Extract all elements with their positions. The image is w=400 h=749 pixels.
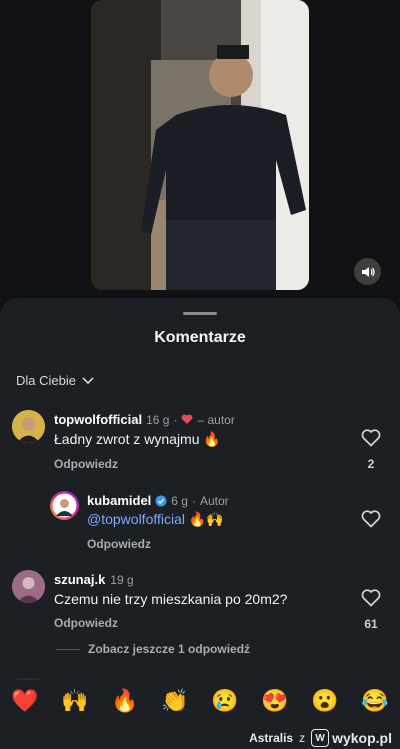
video-frame — [91, 0, 309, 290]
composer-divider — [17, 678, 39, 680]
sort-dropdown[interactable]: Dla Ciebie — [16, 373, 94, 388]
watermark-footer: Astralis z W wykop.pl — [0, 727, 400, 749]
emoji-heart-eyes-button[interactable]: 😍 — [259, 688, 291, 714]
watermark-site-label: wykop.pl — [332, 730, 392, 746]
reply-button[interactable]: Odpowiedz — [87, 537, 151, 551]
chevron-down-icon — [82, 376, 94, 384]
mute-button[interactable] — [354, 258, 381, 285]
like-heart-icon[interactable] — [360, 587, 382, 609]
like-heart-icon[interactable] — [360, 427, 382, 449]
avatar-image — [12, 570, 45, 603]
emoji-heart-button[interactable]: ❤️ — [9, 688, 41, 714]
mention-link[interactable]: @topwolfofficial — [87, 511, 185, 527]
watermark-separator: z — [299, 731, 306, 745]
wykop-logo-icon: W — [311, 729, 330, 747]
avatar[interactable] — [12, 570, 45, 603]
sort-label: Dla Ciebie — [16, 373, 76, 388]
watermark-site: W wykop.pl — [311, 729, 392, 747]
divider-line — [56, 648, 80, 650]
comment-time: 16 g — [146, 412, 170, 427]
comments-sheet: Komentarze Dla Ciebie topwolfofficial 16… — [0, 298, 400, 749]
comment-reply-item: kubamidel 6 g · Autor @topwolfofficial 🔥… — [0, 491, 400, 555]
emoji-fire-button[interactable]: 🔥 — [109, 688, 141, 714]
comment-item: topwolfofficial 16 g · – autor Ładny zwr… — [0, 410, 400, 490]
watermark-author: Astralis — [249, 731, 294, 745]
avatar-image — [12, 410, 45, 443]
avatar[interactable] — [12, 410, 45, 443]
emoji-clap-button[interactable]: 👏 — [159, 688, 191, 714]
author-badge: Autor — [199, 493, 229, 508]
emoji-crying-button[interactable]: 😢 — [209, 688, 241, 714]
comment-text: Czemu nie trzy mieszkania po 20m2? — [54, 591, 288, 607]
like-count: 2 — [367, 457, 375, 471]
comment-username[interactable]: topwolfofficial — [54, 412, 142, 427]
view-more-replies-label: Zobacz jeszcze 1 odpowiedź — [88, 642, 251, 656]
like-count: 61 — [364, 617, 378, 631]
emoji-laughing-button[interactable]: 😂 — [359, 688, 391, 714]
video-area — [0, 0, 400, 300]
comment-username[interactable]: szunaj.k — [54, 572, 105, 587]
comment-item: szunaj.k 19 g Czemu nie trzy mieszkania … — [0, 570, 400, 636]
video-player[interactable] — [91, 0, 309, 290]
emoji-surprised-button[interactable]: 😮 — [309, 688, 341, 714]
comment-time: 6 g — [171, 493, 188, 508]
comment-text: @topwolfofficial 🔥🙌 — [87, 511, 224, 528]
emoji-quick-bar: ❤️ 🙌 🔥 👏 😢 😍 😮 😂 — [0, 681, 400, 721]
comment-text-body: 🔥🙌 — [185, 511, 224, 527]
reply-button[interactable]: Odpowiedz — [54, 616, 118, 630]
comment-text: Ładny zwrot z wynajmu 🔥 — [54, 431, 221, 447]
like-heart-icon[interactable] — [360, 508, 382, 530]
view-more-replies-button[interactable]: Zobacz jeszcze 1 odpowiedź — [56, 642, 250, 656]
avatar[interactable] — [50, 491, 79, 520]
speaker-icon — [361, 266, 375, 277]
comment-time: 19 g — [110, 572, 134, 587]
sheet-drag-handle[interactable] — [183, 312, 217, 315]
liked-by-author-label: – autor — [197, 412, 235, 427]
heart-filled-icon — [182, 414, 193, 424]
sheet-title: Komentarze — [154, 329, 246, 346]
comment-username[interactable]: kubamidel — [87, 493, 151, 508]
reply-button[interactable]: Odpowiedz — [54, 457, 118, 471]
verified-badge-icon — [155, 495, 167, 506]
emoji-raised-hands-button[interactable]: 🙌 — [59, 688, 91, 714]
avatar-image — [52, 493, 77, 518]
